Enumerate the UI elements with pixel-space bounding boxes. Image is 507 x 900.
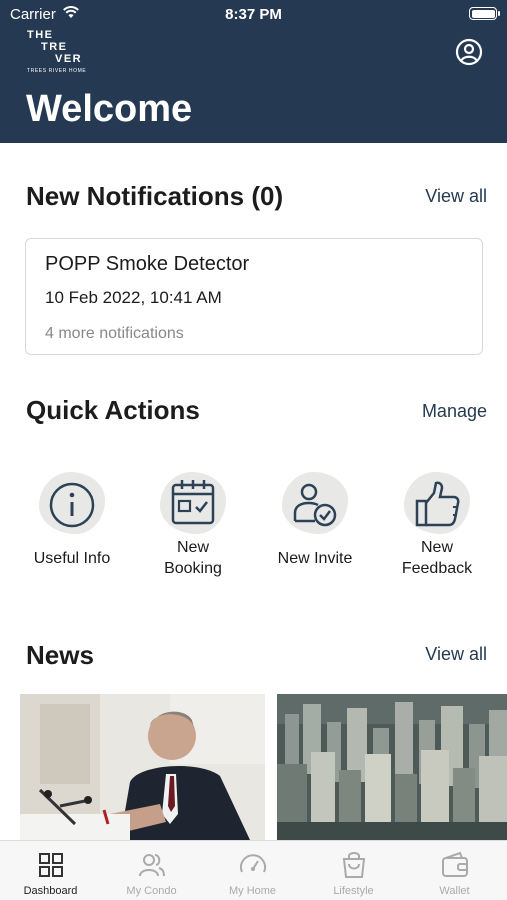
logo-line-3: VER: [55, 53, 83, 65]
tab-label: Lifestyle: [333, 885, 374, 897]
invite-icon: [293, 483, 337, 527]
tab-label: Wallet: [439, 885, 470, 897]
more-notifications-label: 4 more notifications: [45, 325, 184, 342]
quick-action-useful-info[interactable]: Useful Info: [17, 468, 127, 567]
quick-action-label: New Invite: [277, 550, 353, 567]
logo-line-1: THE: [27, 29, 54, 41]
grid-icon: [39, 853, 63, 877]
news-card-image-1[interactable]: [20, 694, 265, 840]
tab-label: My Home: [228, 885, 277, 897]
quick-action-label-line-1: New: [420, 539, 453, 556]
notification-title: POPP Smoke Detector: [45, 253, 250, 275]
logo-tagline: TREES RIVER HOME: [27, 68, 87, 74]
profile-icon[interactable]: [455, 38, 483, 66]
tab-my-home[interactable]: My Home: [202, 841, 303, 900]
people-icon: [139, 854, 165, 877]
quick-actions-title: Quick Actions: [26, 395, 200, 425]
status-bar: Carrier 8:37 PM: [0, 0, 507, 28]
news-title: News: [26, 640, 94, 670]
quick-action-label-line-1: New: [176, 539, 209, 556]
tab-label: Dashboard: [23, 885, 78, 897]
app-logo: THE TRE VER TREES RIVER HOME: [27, 29, 109, 75]
quick-action-new-invite[interactable]: New Invite: [260, 468, 370, 567]
notification-card[interactable]: POPP Smoke Detector 10 Feb 2022, 10:41 A…: [25, 238, 483, 355]
tab-my-condo[interactable]: My Condo: [101, 841, 202, 900]
bag-icon: [342, 852, 366, 878]
quick-actions-manage-link[interactable]: Manage: [422, 401, 487, 422]
quick-action-new-feedback[interactable]: New Feedback: [382, 468, 492, 577]
bottom-tab-bar: Dashboard My Condo My Home Lifestyle Wal…: [0, 840, 507, 900]
clock: 8:37 PM: [225, 6, 282, 23]
battery-icon: [469, 7, 500, 20]
tab-lifestyle[interactable]: Lifestyle: [303, 841, 404, 900]
gauge-icon: [240, 854, 266, 873]
notifications-title: New Notifications (0): [26, 181, 284, 211]
tab-label: My Condo: [126, 885, 177, 897]
quick-action-new-booking[interactable]: New Booking: [138, 468, 248, 577]
info-icon: [49, 482, 95, 528]
thumbs-up-icon: [415, 481, 460, 527]
notification-time: 10 Feb 2022, 10:41 AM: [45, 288, 222, 307]
page-title: Welcome: [26, 88, 193, 130]
news-card-image-2[interactable]: [277, 694, 507, 840]
app-header: Carrier 8:37 PM THE TRE VER TREES RIVER …: [0, 0, 507, 143]
quick-action-label: Useful Info: [33, 550, 111, 567]
notifications-view-all-link[interactable]: View all: [425, 186, 487, 207]
logo-line-2: TRE: [41, 41, 68, 53]
quick-action-label-line-2: Feedback: [401, 560, 473, 577]
wallet-icon: [442, 851, 468, 877]
tab-dashboard[interactable]: Dashboard: [0, 841, 101, 900]
news-view-all-link[interactable]: View all: [425, 644, 487, 665]
calendar-icon: [171, 480, 215, 525]
quick-action-label-line-2: Booking: [164, 560, 222, 577]
tab-wallet[interactable]: Wallet: [404, 841, 505, 900]
